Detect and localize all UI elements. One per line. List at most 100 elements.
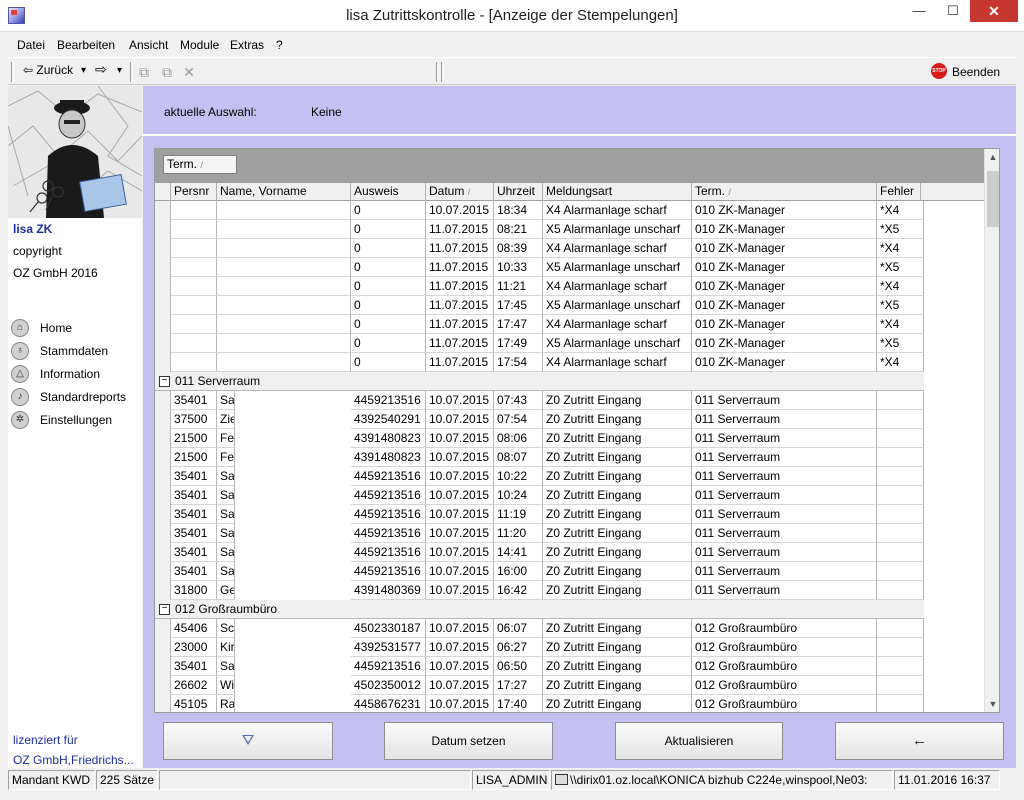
cell-term[interactable]: 012 Großraumbüro xyxy=(692,676,877,695)
cell-meldung[interactable]: Z0 Zutritt Eingang xyxy=(543,524,692,543)
cell-fehler[interactable]: *X4 xyxy=(877,239,924,258)
cell-ausweis[interactable]: 4459213516 xyxy=(351,657,426,676)
cell-datum[interactable]: 11.07.2015 xyxy=(426,277,494,296)
cell-datum[interactable]: 10.07.2015 xyxy=(426,695,494,712)
cell-ausweis[interactable]: 0 xyxy=(351,277,426,296)
table-row[interactable]: 0 10.07.2015 18:34 X4 Alarmanlage scharf 010… xyxy=(155,201,984,220)
cell-term[interactable]: 010 ZK-Manager xyxy=(692,296,877,315)
menu-bearbeiten[interactable]: Bearbeiten xyxy=(57,38,115,52)
table-row[interactable]: 21500 Fe 4391480823 10.07.2015 08:07 Z0 Zutri… xyxy=(155,448,984,467)
cell-persnr[interactable]: 21500 xyxy=(171,448,217,467)
column-header-term[interactable]: Term. / xyxy=(692,183,877,201)
cell-meldung[interactable]: Z0 Zutritt Eingang xyxy=(543,429,692,448)
cell-meldung[interactable]: Z0 Zutritt Eingang xyxy=(543,562,692,581)
table-row[interactable]: 35401 Sa 4459213516 10.07.2015 10:24 Z0 Zutri… xyxy=(155,486,984,505)
cell-persnr[interactable]: 45406 xyxy=(171,619,217,638)
copy-icon[interactable]: ⧉ xyxy=(136,64,152,80)
cell-meldung[interactable]: Z0 Zutritt Eingang xyxy=(543,619,692,638)
cell-uhrzeit[interactable]: 10:22 xyxy=(494,467,543,486)
cell-term[interactable]: 010 ZK-Manager xyxy=(692,201,877,220)
back-button[interactable]: ⇦ Zurück xyxy=(23,63,73,77)
cell-meldung[interactable]: Z0 Zutritt Eingang xyxy=(543,695,692,712)
forward-button[interactable]: ⇨ xyxy=(95,61,107,78)
cell-meldung[interactable]: Z0 Zutritt Eingang xyxy=(543,448,692,467)
back-arrow-button[interactable]: ← xyxy=(835,722,1004,760)
table-row[interactable]: 26602 Wi 4502350012 10.07.2015 17:27 Z0 Zutri… xyxy=(155,676,984,695)
cell-fehler[interactable] xyxy=(877,505,924,524)
maximize-button[interactable]: ☐ xyxy=(936,0,970,22)
cell-fehler[interactable]: *X5 xyxy=(877,334,924,353)
table-row[interactable]: 35401 Sa 4459213516 10.07.2015 16:00 Z0 Zutri… xyxy=(155,562,984,581)
cell-fehler[interactable]: *X5 xyxy=(877,258,924,277)
cell-meldung[interactable]: X4 Alarmanlage scharf xyxy=(543,201,692,220)
cell-persnr[interactable] xyxy=(171,258,217,277)
cell-meldung[interactable]: Z0 Zutritt Eingang xyxy=(543,486,692,505)
cell-persnr[interactable] xyxy=(171,277,217,296)
vertical-scrollbar[interactable]: ▲ ▼ xyxy=(984,149,999,712)
cell-datum[interactable]: 10.07.2015 xyxy=(426,524,494,543)
cell-uhrzeit[interactable]: 16:00 xyxy=(494,562,543,581)
cell-name[interactable]: Fe xyxy=(217,429,235,448)
cell-fehler[interactable] xyxy=(877,391,924,410)
table-row[interactable]: 45406 Sc 4502330187 10.07.2015 06:07 Z0 Zutri… xyxy=(155,619,984,638)
cell-uhrzeit[interactable]: 11:21 xyxy=(494,277,543,296)
cell-name[interactable] xyxy=(217,201,351,220)
cell-fehler[interactable]: *X5 xyxy=(877,220,924,239)
cell-datum[interactable]: 10.07.2015 xyxy=(426,467,494,486)
cell-term[interactable]: 011 Serverraum xyxy=(692,543,877,562)
cell-fehler[interactable] xyxy=(877,486,924,505)
table-row[interactable]: 21500 Fe 4391480823 10.07.2015 08:06 Z0 Zutri… xyxy=(155,429,984,448)
cell-meldung[interactable]: Z0 Zutritt Eingang xyxy=(543,581,692,600)
cell-uhrzeit[interactable]: 16:42 xyxy=(494,581,543,600)
cell-name[interactable]: Sa xyxy=(217,486,235,505)
cell-term[interactable]: 010 ZK-Manager xyxy=(692,315,877,334)
cell-name[interactable]: Ge xyxy=(217,581,235,600)
cell-meldung[interactable]: X4 Alarmanlage scharf xyxy=(543,353,692,372)
cell-persnr[interactable] xyxy=(171,334,217,353)
table-row[interactable]: 0 11.07.2015 17:49 X5 Alarmanlage unscharf 0… xyxy=(155,334,984,353)
cell-persnr[interactable]: 35401 xyxy=(171,562,217,581)
cell-name[interactable] xyxy=(217,296,351,315)
cell-uhrzeit[interactable]: 14:41 xyxy=(494,543,543,562)
column-header-uhrzeit[interactable]: Uhrzeit xyxy=(494,183,543,201)
cell-term[interactable]: 011 Serverraum xyxy=(692,467,877,486)
cell-meldung[interactable]: X4 Alarmanlage scharf xyxy=(543,239,692,258)
cell-uhrzeit[interactable]: 17:54 xyxy=(494,353,543,372)
close-button[interactable]: ✕ xyxy=(970,0,1018,22)
cell-name[interactable]: Sc xyxy=(217,619,235,638)
cell-fehler[interactable] xyxy=(877,638,924,657)
cell-fehler[interactable] xyxy=(877,524,924,543)
cell-term[interactable]: 010 ZK-Manager xyxy=(692,239,877,258)
table-row[interactable]: 35401 Sa 4459213516 10.07.2015 06:50 Z0 Zutri… xyxy=(155,657,984,676)
cell-name[interactable]: Zie xyxy=(217,410,235,429)
cell-persnr[interactable] xyxy=(171,220,217,239)
scroll-down-icon[interactable]: ▼ xyxy=(985,696,999,712)
cell-datum[interactable]: 10.07.2015 xyxy=(426,201,494,220)
column-header-name[interactable]: Name, Vorname xyxy=(217,183,351,201)
cell-ausweis[interactable]: 0 xyxy=(351,315,426,334)
cell-meldung[interactable]: Z0 Zutritt Eingang xyxy=(543,543,692,562)
stamp-grid[interactable]: Term. / Persnr Name, Vorname Ausweis Dat… xyxy=(154,148,1000,713)
cell-name[interactable] xyxy=(217,315,351,334)
cell-ausweis[interactable]: 4392540291 xyxy=(351,410,426,429)
cell-meldung[interactable]: Z0 Zutritt Eingang xyxy=(543,638,692,657)
cell-uhrzeit[interactable]: 17:45 xyxy=(494,296,543,315)
cell-term[interactable]: 011 Serverraum xyxy=(692,448,877,467)
cell-name[interactable]: Sa xyxy=(217,562,235,581)
cell-uhrzeit[interactable]: 18:34 xyxy=(494,201,543,220)
cell-term[interactable]: 012 Großraumbüro xyxy=(692,657,877,676)
scroll-up-icon[interactable]: ▲ xyxy=(985,149,999,165)
table-row[interactable]: 45105 Ra 4458676231 10.07.2015 17:40 Z0 Zutri… xyxy=(155,695,984,712)
cell-uhrzeit[interactable]: 08:07 xyxy=(494,448,543,467)
cell-uhrzeit[interactable]: 07:43 xyxy=(494,391,543,410)
cell-fehler[interactable] xyxy=(877,448,924,467)
cell-fehler[interactable] xyxy=(877,543,924,562)
table-row[interactable]: 35401 Sa 4459213516 10.07.2015 07:43 Z0 Zutri… xyxy=(155,391,984,410)
table-row[interactable]: 37500Zie 439254029110.07.201507:54Z0 Zutr… xyxy=(155,410,984,429)
cell-term[interactable]: 011 Serverraum xyxy=(692,429,877,448)
cell-ausweis[interactable]: 4459213516 xyxy=(351,467,426,486)
table-row[interactable]: 0 11.07.2015 08:21 X5 Alarmanlage unscharf 0… xyxy=(155,220,984,239)
column-header-datum[interactable]: Datum / xyxy=(426,183,494,201)
table-row[interactable]: 35401 Sa 4459213516 10.07.2015 11:20 Z0 Zutri… xyxy=(155,524,984,543)
nav-information[interactable]: △ Information xyxy=(8,363,142,385)
